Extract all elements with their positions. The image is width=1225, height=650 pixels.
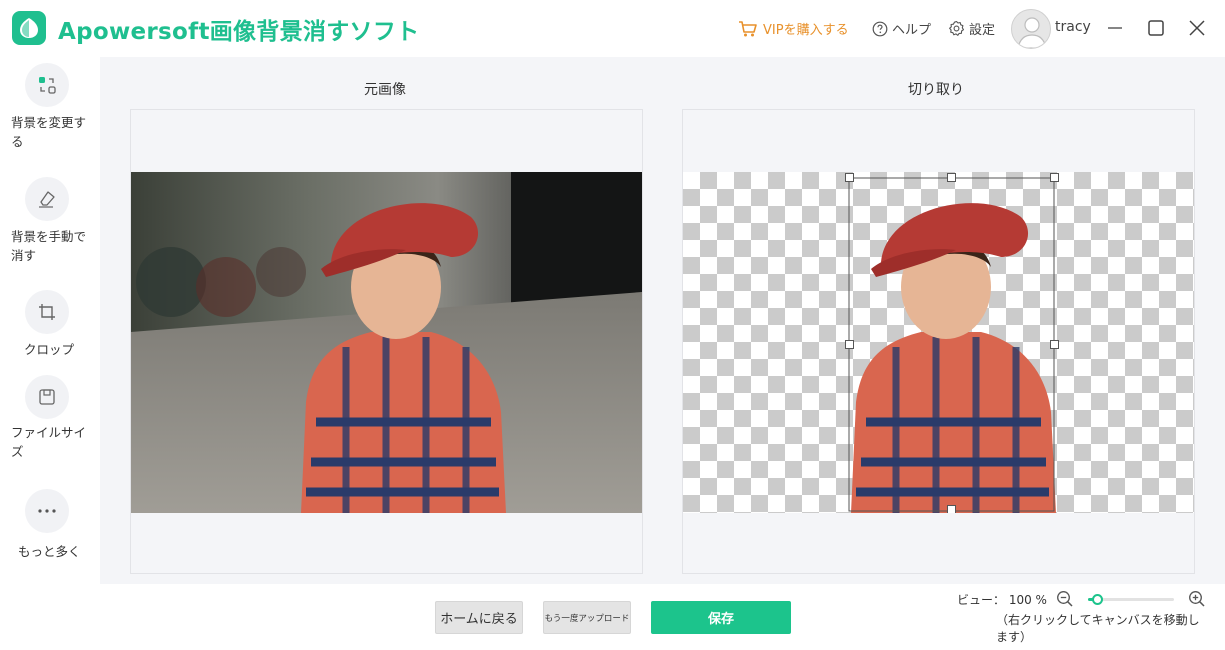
home-button[interactable]: ホームに戻る: [435, 601, 523, 634]
sidebar-item-label: ファイルサイズ: [11, 425, 87, 459]
resize-handle[interactable]: [1050, 340, 1059, 349]
resize-handle[interactable]: [947, 173, 956, 182]
zoom-slider-knob[interactable]: [1091, 594, 1103, 605]
sidebar-item-change-background[interactable]: 背景を変更する: [0, 63, 100, 158]
username: tracy: [1055, 19, 1091, 35]
original-image-panel: [130, 109, 643, 574]
change-background-icon: [39, 77, 56, 94]
transparent-canvas[interactable]: [683, 172, 1194, 513]
manual-erase-icon: [39, 191, 55, 208]
app-title: Apowersoft画像背景消すソフト: [58, 19, 420, 45]
maximize-button[interactable]: [1145, 16, 1167, 38]
vip-purchase-link[interactable]: VIPを購入する: [738, 19, 849, 38]
original-panel-title: 元画像: [364, 82, 406, 98]
workspace: 元画像 切り取り: [100, 57, 1225, 584]
sidebar-item-manual-erase[interactable]: 背景を手動で消す: [0, 177, 100, 267]
sidebar-item-label: 背景を変更する: [11, 115, 87, 149]
sidebar-item-file-size[interactable]: ファイルサイズ: [0, 375, 100, 465]
sidebar-item-label: 背景を手動で消す: [11, 229, 87, 263]
sidebar-item-label: クロップ: [24, 342, 75, 357]
sidebar: 背景を変更する 背景を手動で消す クロップ ファイルサイズ もっと多く: [0, 57, 100, 650]
save-button[interactable]: 保存: [651, 601, 791, 634]
sidebar-item-icon-wrap: [25, 177, 69, 221]
resize-handle[interactable]: [845, 173, 854, 182]
close-icon: [1189, 20, 1205, 36]
resize-handle[interactable]: [947, 505, 956, 513]
sidebar-item-icon-wrap: [25, 290, 69, 334]
gear-icon: [949, 20, 965, 36]
original-photo: [131, 172, 642, 513]
settings-label: 設定: [969, 23, 996, 38]
cutout-panel-title: 切り取り: [908, 82, 964, 98]
app-logo: [12, 11, 46, 45]
file-size-icon: [39, 389, 55, 405]
resize-handle[interactable]: [1050, 173, 1059, 182]
help-label: ヘルプ: [892, 23, 932, 38]
zoom-out-icon: [1057, 591, 1073, 607]
user-avatar[interactable]: [1011, 9, 1051, 49]
maximize-icon: [1148, 20, 1164, 36]
cart-icon: [739, 20, 757, 36]
sidebar-item-label: もっと多く: [18, 544, 81, 559]
sidebar-item-icon-wrap: [25, 375, 69, 419]
bottom-bar: ホームに戻る もう一度アップロード 保存 ビュー： 100 % （右クリックして…: [0, 584, 1225, 650]
resize-handle[interactable]: [845, 340, 854, 349]
reupload-button[interactable]: もう一度アップロード: [543, 601, 631, 634]
minimize-button[interactable]: [1104, 16, 1126, 38]
sidebar-item-icon-wrap: [25, 63, 69, 107]
minimize-icon: [1108, 27, 1122, 29]
zoom-slider[interactable]: [1088, 594, 1174, 605]
sidebar-item-more[interactable]: もっと多く: [0, 489, 100, 564]
canvas-move-hint: （右クリックしてキャンバスを移動します）: [996, 613, 1200, 644]
help-button[interactable]: ヘルプ: [872, 19, 931, 38]
vip-label: VIPを購入する: [763, 23, 849, 38]
sidebar-item-icon-wrap: [25, 489, 69, 533]
zoom-out-button[interactable]: [1056, 590, 1074, 612]
settings-button[interactable]: 設定: [948, 19, 995, 38]
more-dots-icon: [38, 509, 56, 513]
crop-icon: [39, 304, 55, 320]
title-bar: Apowersoft画像背景消すソフト VIPを購入する ヘルプ 設定 trac…: [0, 0, 1225, 57]
zoom-in-button[interactable]: [1188, 590, 1206, 612]
close-button[interactable]: [1186, 16, 1208, 38]
zoom-in-icon: [1189, 591, 1205, 607]
question-circle-icon: [872, 21, 888, 36]
view-zoom-label: ビュー： 100 %: [957, 593, 1047, 607]
sidebar-item-crop[interactable]: クロップ: [0, 290, 100, 360]
cutout-image-panel: [682, 109, 1195, 574]
